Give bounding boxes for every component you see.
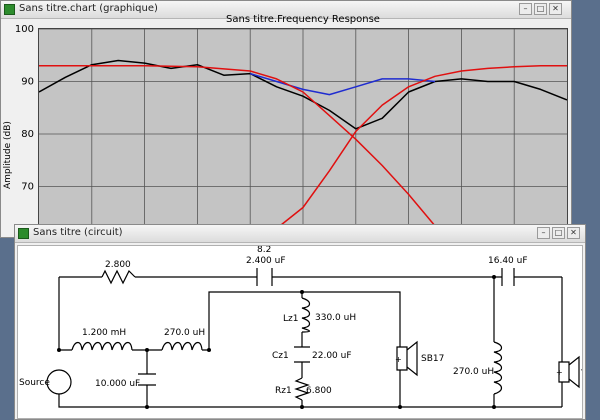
capacitor-tweeter[interactable] — [501, 268, 515, 286]
capacitor-shunt[interactable] — [138, 373, 156, 386]
cz1-label: Cz1 — [272, 351, 289, 361]
y-tick-label: 70 — [21, 182, 34, 193]
rz1-label: Rz1 — [275, 386, 292, 396]
circuit-window-titlebar[interactable]: Sans titre (circuit) – □ ✕ — [15, 225, 585, 243]
capacitor-cz1[interactable] — [294, 346, 310, 363]
circuit-window-title: Sans titre (circuit) — [33, 227, 123, 238]
cz1-value: 22.00 uF — [312, 351, 352, 361]
y-tick-label: 80 — [21, 129, 34, 140]
capacitor-top-name: 8.2 — [257, 245, 271, 255]
capacitor-tweeter-value: 16.40 uF — [488, 256, 528, 266]
woofer-label: SB17 — [421, 354, 444, 364]
rz1-value: 6.800 — [306, 386, 332, 396]
plot-area — [38, 28, 568, 239]
schematic-canvas[interactable]: 2.800 8.2 2.400 uF 16.40 uF 1.200 mH 270… — [17, 245, 583, 419]
woofer-plus-sign: + — [395, 355, 402, 364]
inductor-left-value: 1.200 mH — [82, 328, 126, 338]
chart-title: Sans titre.Frequency Response — [226, 14, 380, 25]
y-tick-label: 100 — [15, 24, 34, 35]
series-line-1 — [249, 72, 436, 96]
resistor-top[interactable] — [101, 269, 136, 285]
y-tick-label: 90 — [21, 77, 34, 88]
capacitor-shunt-value: 10.000 uF — [95, 379, 140, 389]
tweeter-plus-sign: + — [556, 368, 563, 377]
inductor-lz1[interactable] — [301, 297, 311, 333]
maximize-button[interactable]: □ — [552, 227, 565, 239]
app-icon — [18, 228, 29, 239]
lz1-value: 330.0 uH — [315, 313, 356, 323]
inductor-left[interactable] — [71, 341, 133, 351]
chart-window: Sans titre.chart (graphique) – □ ✕ Sans … — [0, 0, 572, 239]
tweeter-label: TW — [580, 369, 583, 379]
woofer-branch-wire — [208, 291, 401, 350]
frequency-response-plot — [39, 29, 567, 238]
minimize-button[interactable]: – — [537, 227, 550, 239]
circuit-window: Sans titre (circuit) – □ ✕ 2.800 8.2 2.4… — [14, 224, 586, 420]
source-label: Source — [19, 378, 50, 388]
y-tick-labels: 100 90 80 70 — [15, 24, 34, 193]
capacitor-top[interactable] — [256, 268, 273, 286]
resistor-top-value: 2.800 — [105, 260, 131, 270]
close-button[interactable]: ✕ — [567, 227, 580, 239]
inductor-mid-value: 270.0 uH — [164, 328, 205, 338]
inductor-mid[interactable] — [161, 341, 203, 351]
capacitor-top-value: 2.400 uF — [246, 256, 286, 266]
source-symbol[interactable] — [46, 369, 72, 395]
inductor-tweeter[interactable] — [493, 341, 503, 395]
inductor-tweeter-value: 270.0 uH — [453, 367, 494, 377]
lz1-label: Lz1 — [283, 314, 298, 324]
